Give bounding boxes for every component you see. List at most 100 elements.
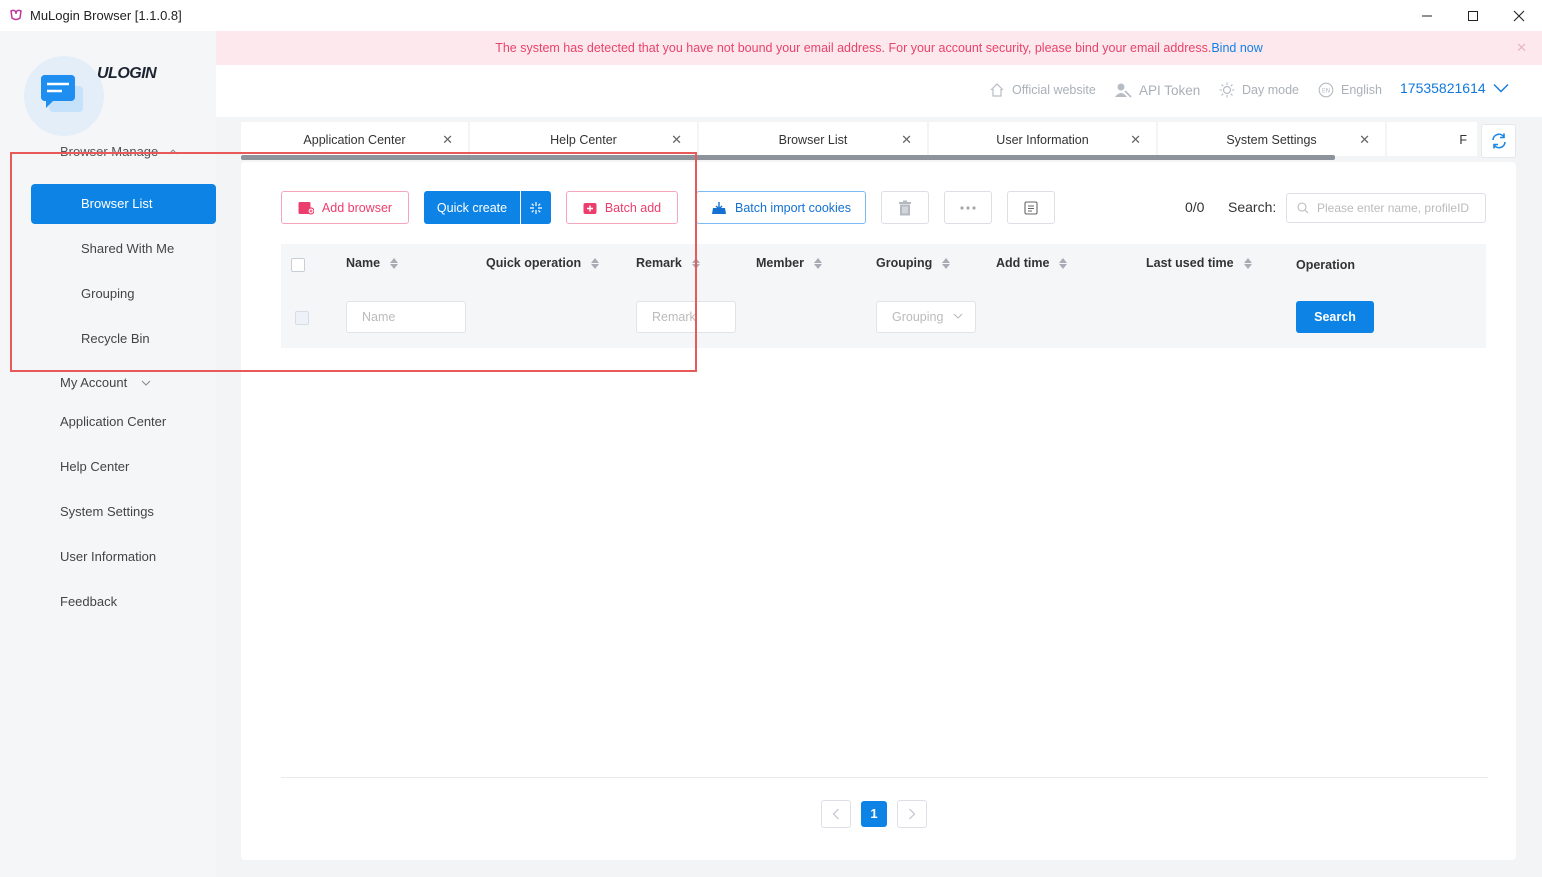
- batch-add-icon: [583, 202, 597, 214]
- notice-text: The system has detected that you have no…: [495, 41, 1212, 55]
- sort-icon[interactable]: [1059, 257, 1068, 269]
- sort-icon[interactable]: [390, 257, 399, 269]
- email-binding-notice: The system has detected that you have no…: [216, 31, 1542, 65]
- sort-icon[interactable]: [691, 257, 700, 269]
- svg-text:EN: EN: [1322, 88, 1330, 95]
- window-titlebar: MuLogin Browser [1.1.0.8]: [0, 0, 1542, 31]
- sidebar-group-my-account[interactable]: My Account: [60, 375, 151, 390]
- batch-import-cookies-button[interactable]: Batch import cookies: [696, 191, 866, 224]
- sidebar-item-help-center[interactable]: Help Center: [60, 459, 129, 474]
- column-header-remark[interactable]: Remark: [636, 256, 700, 270]
- tab-help-center[interactable]: Help Center ✕: [470, 122, 697, 156]
- next-page-button[interactable]: [897, 800, 927, 828]
- search-input[interactable]: Please enter name, profileID: [1286, 193, 1486, 223]
- tab-close-icon[interactable]: ✕: [442, 122, 453, 158]
- sidebar-item-browser-list[interactable]: Browser List: [31, 184, 216, 224]
- remark-filter-placeholder: Remark: [652, 310, 696, 324]
- chevron-up-icon: [168, 148, 178, 154]
- tab-feedback[interactable]: F: [1387, 122, 1477, 156]
- column-label: Grouping: [876, 256, 933, 270]
- official-website-link[interactable]: Official website: [989, 82, 1096, 98]
- delete-button[interactable]: [881, 191, 929, 224]
- column-header-quick-operation[interactable]: Quick operation: [486, 256, 600, 270]
- tab-system-settings[interactable]: System Settings ✕: [1158, 122, 1385, 156]
- profile-count: 0/0: [1185, 199, 1205, 215]
- sidebar-item-recycle-bin[interactable]: Recycle Bin: [31, 319, 216, 359]
- sidebar-item-feedback[interactable]: Feedback: [60, 594, 117, 609]
- column-header-last-used-time[interactable]: Last used time: [1146, 256, 1252, 270]
- column-label: Last used time: [1146, 256, 1234, 270]
- mulogin-app-icon: [9, 8, 23, 25]
- grouping-filter-select[interactable]: Grouping: [876, 301, 976, 333]
- refresh-button[interactable]: [1481, 124, 1516, 158]
- page-number-current[interactable]: 1: [861, 801, 887, 827]
- column-settings-button[interactable]: [1007, 191, 1055, 224]
- chevron-right-icon: [909, 808, 916, 820]
- tab-close-icon[interactable]: ✕: [671, 122, 682, 158]
- more-options-button[interactable]: [944, 191, 992, 224]
- sort-icon[interactable]: [591, 257, 600, 269]
- add-browser-button[interactable]: Add browser: [281, 191, 409, 224]
- tab-application-center[interactable]: Application Center ✕: [241, 122, 468, 156]
- settings-list-icon: [1024, 200, 1038, 215]
- refresh-icon: [1491, 133, 1506, 149]
- day-mode-label: Day mode: [1242, 83, 1299, 97]
- search-label: Search:: [1228, 199, 1277, 215]
- sidebar-item-application-center[interactable]: Application Center: [60, 414, 166, 429]
- day-mode-toggle[interactable]: Day mode: [1219, 82, 1299, 98]
- home-icon: [990, 83, 1004, 97]
- user-phone: 17535821614: [1400, 80, 1486, 96]
- language-selector[interactable]: EN English: [1318, 82, 1382, 98]
- column-label: Name: [346, 256, 381, 270]
- column-header-grouping[interactable]: Grouping: [876, 256, 951, 270]
- tab-label: F: [1459, 133, 1467, 147]
- minimize-button[interactable]: [1404, 0, 1450, 31]
- tab-label: System Settings: [1226, 133, 1317, 147]
- sparkle-icon: [530, 201, 542, 214]
- tab-close-icon[interactable]: ✕: [901, 122, 912, 158]
- notice-close-icon[interactable]: ✕: [1516, 31, 1527, 65]
- language-icon: EN: [1318, 82, 1334, 98]
- api-token-link[interactable]: API Token: [1114, 82, 1200, 98]
- pagination-divider: [281, 777, 1488, 778]
- column-label: Operation: [1296, 258, 1356, 272]
- quick-create-button[interactable]: Quick create: [424, 191, 520, 224]
- select-all-checkbox[interactable]: [291, 258, 305, 272]
- close-window-button[interactable]: [1496, 0, 1542, 31]
- remark-filter-input[interactable]: Remark: [636, 301, 736, 333]
- sidebar-item-grouping[interactable]: Grouping: [31, 274, 216, 314]
- batch-add-button[interactable]: Batch add: [566, 191, 678, 224]
- tab-user-information[interactable]: User Information ✕: [929, 122, 1156, 156]
- sort-icon[interactable]: [813, 257, 822, 269]
- brand-logo-text: ULOGIN: [97, 65, 157, 82]
- add-browser-icon: [298, 201, 314, 215]
- column-header-member[interactable]: Member: [756, 256, 822, 270]
- prev-page-button[interactable]: [821, 800, 851, 828]
- tab-close-icon[interactable]: ✕: [1130, 122, 1141, 158]
- sidebar-item-shared-with-me[interactable]: Shared With Me: [31, 229, 216, 269]
- user-account-menu[interactable]: 17535821614: [1400, 80, 1509, 96]
- name-filter-input[interactable]: Name: [346, 301, 466, 333]
- column-label: Quick operation: [486, 256, 582, 270]
- sidebar-group-browser-manage[interactable]: Browser Manage: [60, 144, 178, 159]
- tab-label: User Information: [996, 133, 1089, 147]
- logo-badge: [24, 56, 104, 136]
- sidebar-item-user-information[interactable]: User Information: [60, 549, 156, 564]
- column-header-add-time[interactable]: Add time: [996, 256, 1068, 270]
- column-header-name[interactable]: Name: [346, 256, 399, 270]
- quick-create-options-button[interactable]: [521, 191, 551, 224]
- search-button[interactable]: Search: [1296, 301, 1374, 333]
- row-checkbox[interactable]: [295, 311, 309, 325]
- tabs-scrollbar[interactable]: [241, 155, 1335, 160]
- top-header: Official website API Token Day mode EN E…: [216, 65, 1542, 117]
- sort-icon[interactable]: [1243, 257, 1252, 269]
- bind-now-link[interactable]: Bind now: [1211, 41, 1262, 55]
- search-placeholder: Please enter name, profileID: [1317, 201, 1470, 215]
- import-cookies-icon: [711, 201, 726, 214]
- tab-close-icon[interactable]: ✕: [1359, 122, 1370, 158]
- maximize-button[interactable]: [1450, 0, 1496, 31]
- sort-icon[interactable]: [942, 257, 951, 269]
- tab-browser-list[interactable]: Browser List ✕: [699, 122, 927, 156]
- api-token-label: API Token: [1139, 82, 1201, 98]
- sidebar-item-system-settings[interactable]: System Settings: [60, 504, 154, 519]
